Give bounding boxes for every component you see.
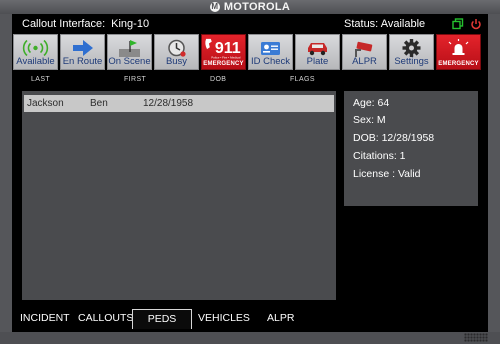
en-route-label: En Route (62, 56, 103, 67)
alarm-icon (448, 39, 469, 55)
on-scene-button[interactable]: On Scene (107, 34, 152, 70)
id-check-label: ID Check (250, 56, 291, 67)
911-button[interactable]: 911 Police • Fire • Medical EMERGENCY (201, 34, 246, 70)
busy-button[interactable]: Busy (154, 34, 199, 70)
detail-dob: DOB: 12/28/1958 (353, 132, 435, 144)
en-route-button[interactable]: En Route (60, 34, 105, 70)
brand-header: M MOTOROLA (0, 0, 500, 13)
toolbar: Available En Route On Scene Busy 911 Pol… (13, 34, 481, 72)
emergency-button[interactable]: EMERGENCY (436, 34, 481, 70)
cell-last: Jackson (27, 98, 64, 109)
id-check-button[interactable]: ID Check (248, 34, 293, 70)
speaker-grille-icon (464, 333, 488, 342)
tab-callouts[interactable]: CALLOUTS (78, 312, 133, 324)
column-last[interactable]: LAST (31, 76, 50, 83)
available-label: Available (16, 56, 55, 67)
detail-sex: Sex: M (353, 114, 386, 126)
power-icon[interactable] (470, 18, 482, 30)
911-text: 911 (215, 40, 241, 57)
plate-button[interactable]: Plate (295, 34, 340, 70)
motorola-logo-icon: M (209, 1, 220, 12)
detail-citations: Citations: 1 (353, 150, 406, 162)
alpr-label: ALPR (352, 56, 377, 67)
alpr-button[interactable]: ALPR (342, 34, 387, 70)
unit-name: King-10 (111, 18, 150, 30)
busy-label: Busy (165, 56, 188, 67)
column-first[interactable]: FIRST (124, 76, 146, 83)
tab-alpr[interactable]: ALPR (267, 312, 294, 324)
column-flags[interactable]: FLAGS (290, 76, 315, 83)
bottom-tabs: INCIDENT CALLOUTS PEDS VEHICLES ALPR (12, 309, 488, 330)
title-bar: Callout Interface: King-10 Status: Availa… (12, 14, 488, 36)
911-label: EMERGENCY (203, 61, 244, 67)
cell-dob: 12/28/1958 (143, 98, 194, 109)
minimize-icon[interactable] (452, 18, 464, 30)
on-scene-label: On Scene (108, 56, 151, 67)
peds-list: Jackson Ben 12/28/1958 (22, 91, 336, 300)
emergency-label: EMERGENCY (438, 61, 479, 67)
tab-incident[interactable]: INCIDENT (20, 312, 70, 324)
tab-peds[interactable]: PEDS (132, 309, 192, 329)
table-row[interactable]: Jackson Ben 12/28/1958 (24, 95, 334, 112)
plate-label: Plate (306, 56, 329, 67)
detail-license: License : Valid (353, 168, 421, 180)
settings-button[interactable]: Settings (389, 34, 434, 70)
title-prefix: Callout Interface: (22, 18, 106, 30)
cell-first: Ben (90, 98, 108, 109)
device-bezel-bottom (0, 332, 500, 344)
status-text: Status: Available (344, 18, 426, 30)
brand-name: MOTOROLA (223, 0, 291, 13)
window-title: Callout Interface: King-10 (22, 18, 149, 30)
screen: Callout Interface: King-10 Status: Availa… (12, 14, 488, 332)
detail-age: Age: 64 (353, 97, 390, 109)
settings-label: Settings (394, 56, 429, 67)
details-panel: Age: 64 Sex: M DOB: 12/28/1958 Citations… (344, 91, 478, 206)
column-dob[interactable]: DOB (210, 76, 226, 83)
911-subtext: Police • Fire • Medical (211, 56, 240, 60)
available-button[interactable]: Available (13, 34, 58, 70)
tab-vehicles[interactable]: VEHICLES (198, 312, 250, 324)
